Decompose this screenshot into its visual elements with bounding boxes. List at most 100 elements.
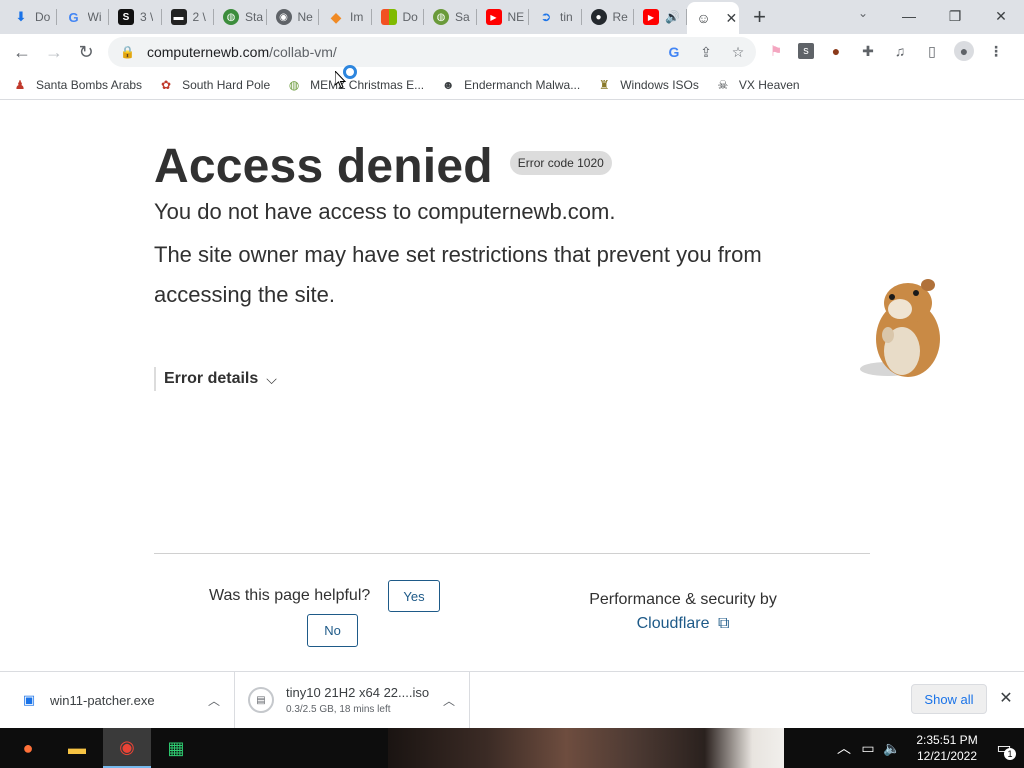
yes-button[interactable]: Yes xyxy=(388,580,440,612)
tab-spiral[interactable]: ➲ tin xyxy=(529,0,582,34)
back-button[interactable]: ← xyxy=(6,36,38,68)
media-queue-icon[interactable]: ♫ xyxy=(890,40,910,62)
tab-youtube-audio[interactable]: ▶ 🔊 xyxy=(634,0,687,34)
tab-s[interactable]: S 3 \ xyxy=(109,0,162,34)
profile-avatar[interactable]: ● xyxy=(954,41,974,61)
bookmark-star-icon[interactable]: ☆ xyxy=(728,42,748,62)
puzzle-icon[interactable]: ✚ xyxy=(858,40,878,62)
trophy-icon: ♜ xyxy=(598,77,610,92)
file-explorer-taskbar-icon[interactable]: ▬ xyxy=(53,728,101,768)
chromium-icon: ◉ xyxy=(275,9,292,25)
tab-label: Sta xyxy=(245,10,264,24)
youtube-icon: ▶ xyxy=(643,9,659,25)
terminal-icon: ▬ xyxy=(170,9,187,25)
tab-globe-2[interactable]: ◍ Sa xyxy=(424,0,477,34)
avatar-extension-icon[interactable]: ● xyxy=(826,40,846,62)
flag-extension-icon[interactable]: ⚑ xyxy=(766,40,786,62)
tab-label: Do xyxy=(402,10,418,24)
chrome-taskbar-icon[interactable]: ◉ xyxy=(103,728,151,768)
download-item[interactable]: ▣ win11-patcher.exe ︿ xyxy=(0,672,235,728)
tab-list: ⬇ Do G Wi S 3 \ ▬ 2 \ ◍ Sta ◉ Ne ◆ Im Do… xyxy=(0,0,739,34)
bookmark-endermanch-malware[interactable]: ☻ Endermanch Malwa... xyxy=(440,77,580,93)
tab-chromium[interactable]: ◉ Ne xyxy=(267,0,320,34)
extensions-area: ⚑ s ● ✚ ♫ ▯ ● ⋮ xyxy=(766,40,1006,62)
tab-globe-1[interactable]: ◍ Sta xyxy=(214,0,267,34)
tab-strip: ⬇ Do G Wi S 3 \ ▬ 2 \ ◍ Sta ◉ Ne ◆ Im Do… xyxy=(0,0,1024,34)
show-all-button[interactable]: Show all xyxy=(911,684,987,714)
bookmark-south-hard-pole[interactable]: ✿ South Hard Pole xyxy=(158,77,270,93)
bookmark-memz-christmas[interactable]: ◍ MEMZ Christmas E... xyxy=(286,77,424,93)
side-panel-icon[interactable]: ▯ xyxy=(922,40,942,62)
bookmark-windows-isos[interactable]: ♜ Windows ISOs xyxy=(596,77,699,93)
google-translate-icon[interactable]: G xyxy=(664,42,684,62)
footer-divider xyxy=(154,553,870,554)
access-message: You do not have access to computernewb.c… xyxy=(154,199,616,224)
tab-active-collab-vm[interactable]: ☺ ✕ xyxy=(686,2,739,34)
restriction-message: The site owner may have set restrictions… xyxy=(154,242,762,307)
new-tab-button[interactable]: + xyxy=(745,2,775,32)
close-icon[interactable]: ✕ xyxy=(996,688,1016,710)
download-filename: win11-patcher.exe xyxy=(50,692,155,708)
volume-icon[interactable]: 🔈 xyxy=(880,740,904,757)
hamster-icon: ☺ xyxy=(696,10,711,26)
menu-dots-icon[interactable]: ⋮ xyxy=(986,40,1006,62)
tab-label: Ne xyxy=(297,10,313,24)
external-link-icon: ⧉ xyxy=(717,615,730,632)
chevron-down-icon[interactable]: ⌄ xyxy=(852,6,874,26)
santa-icon: ♟ xyxy=(14,77,26,92)
error-details-toggle[interactable]: Error details ⌵ xyxy=(154,367,277,391)
minimize-button[interactable]: — xyxy=(886,0,932,32)
chevron-up-icon[interactable]: ︿ xyxy=(832,738,856,758)
cloudflare-link[interactable]: Cloudflare ⧉ xyxy=(560,615,806,633)
tab-diamond[interactable]: ◆ Im xyxy=(319,0,372,34)
chevron-up-icon[interactable]: ︿ xyxy=(208,692,220,709)
restore-button[interactable]: ❐ xyxy=(932,0,978,32)
download-icon: ⬇ xyxy=(15,9,27,24)
tab-github[interactable]: ● Re xyxy=(582,0,635,34)
chevron-up-icon[interactable]: ︿ xyxy=(443,692,455,709)
bookmark-label: South Hard Pole xyxy=(182,77,271,92)
bookmark-santa-bombs-arabs[interactable]: ♟ Santa Bombs Arabs xyxy=(12,77,142,93)
tab-terminal[interactable]: ▬ 2 \ xyxy=(162,0,215,34)
download-item[interactable]: ▤ tiny10 21H2 x64 22....iso 0.3/2.5 GB, … xyxy=(236,672,470,728)
flower-icon: ✿ xyxy=(161,77,172,92)
hamster-image xyxy=(860,279,940,377)
cloudflare-link-label: Cloudflare xyxy=(636,615,710,632)
forward-button[interactable]: → xyxy=(38,36,70,68)
share-icon[interactable]: ⇪ xyxy=(696,42,716,62)
tab-label: NE xyxy=(507,10,525,24)
diamond-icon: ◆ xyxy=(330,8,342,25)
clock[interactable]: 2:35:51 PM 12/21/2022 xyxy=(910,732,984,764)
bookmark-vx-heaven[interactable]: ☠ VX Heaven xyxy=(715,77,800,93)
youtube-icon: ▶ xyxy=(485,9,502,25)
network-app-taskbar-icon[interactable]: ▦ xyxy=(152,728,200,768)
cat-icon: ☻ xyxy=(441,77,455,92)
firefox-taskbar-icon[interactable]: ● xyxy=(4,728,52,768)
reload-button[interactable]: ↻ xyxy=(70,36,102,68)
windows-taskbar: ● ▬ ◉ ▦ ︿ ▭ 🔈 2:35:51 PM 12/21/2022 ▭ 1 xyxy=(0,728,1024,768)
speaker-icon[interactable]: 🔊 xyxy=(665,10,680,24)
cloudflare-error-page: Access denied Error code 1020 You do not… xyxy=(0,101,1024,671)
tab-label: tin xyxy=(560,10,573,24)
address-bar[interactable]: 🔒 computernewb.com/collab-vm/ G ⇪ ☆ xyxy=(108,37,756,67)
arrow-right-icon: → xyxy=(45,41,63,62)
close-tab-icon[interactable]: ✕ xyxy=(726,10,738,27)
globe-icon: ◍ xyxy=(288,77,300,92)
tab-youtube[interactable]: ▶ NE xyxy=(477,0,530,34)
tab-downloads[interactable]: ⬇ Do xyxy=(4,0,57,34)
notification-center-icon[interactable]: ▭ 1 xyxy=(984,738,1024,760)
s-extension-icon[interactable]: s xyxy=(798,43,814,59)
notification-count: 1 xyxy=(1004,748,1016,760)
network-icon[interactable]: ▭ xyxy=(856,740,880,757)
reload-icon: ↻ xyxy=(78,41,94,62)
close-window-button[interactable]: ✕ xyxy=(978,0,1024,32)
no-button[interactable]: No xyxy=(307,614,358,647)
clock-date: 12/21/2022 xyxy=(916,749,978,763)
tab-label: Sa xyxy=(455,10,470,24)
tab-label: Do xyxy=(35,10,51,24)
lock-icon[interactable]: 🔒 xyxy=(120,45,135,59)
tab-label: 3 \ xyxy=(140,10,154,24)
tab-google[interactable]: G Wi xyxy=(57,0,110,34)
omnibox-actions: G ⇪ ☆ xyxy=(664,42,748,62)
tab-windows[interactable]: Do xyxy=(372,0,425,34)
